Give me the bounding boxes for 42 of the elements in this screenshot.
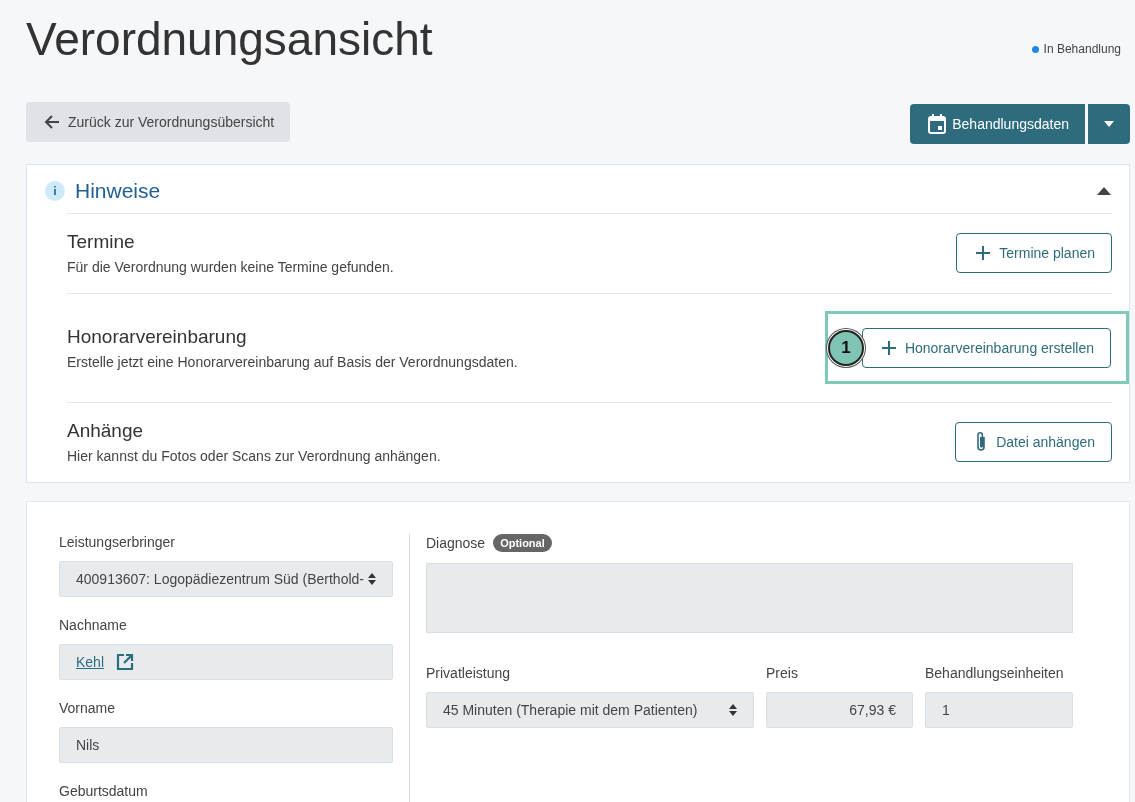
notice-action-button[interactable]: Datei anhängen	[955, 422, 1112, 462]
page-title: Verordnungsansicht	[26, 12, 433, 66]
notice-description: Erstelle jetzt eine Honorarvereinbarung auf Basis der Verordnungsdaten.	[67, 353, 518, 370]
external-link-icon[interactable]	[116, 653, 135, 671]
treatment-data-button[interactable]: Behandlungsdaten	[910, 104, 1085, 144]
notice-title: Termine	[67, 231, 136, 253]
notice-action-button[interactable]: Honorarvereinbarung erstellen	[861, 328, 1111, 368]
field-label: Geburtsdatum	[59, 783, 149, 799]
diagnosis-field[interactable]	[426, 563, 1073, 633]
field-label: Vorname	[59, 700, 117, 716]
plus-icon	[880, 340, 897, 356]
status-label: In Behandlung	[1031, 42, 1121, 56]
field-label: Privatleistung	[426, 665, 512, 681]
notice-description: Hier kannst du Fotos oder Scans zur Verordnung anhängen.	[67, 448, 441, 464]
notice-description: Für die Verordnung wurden keine Termine gefunden.	[67, 259, 394, 275]
field-label: Preis	[766, 665, 799, 681]
dropdown-button[interactable]	[1088, 104, 1130, 144]
sort-arrows-icon	[729, 704, 737, 716]
field-label: Leistungserbringer	[59, 534, 176, 550]
info-icon	[45, 181, 65, 201]
section-title: Hinweise	[75, 179, 161, 203]
calendar-icon	[928, 114, 947, 134]
name-link[interactable]: Kehl	[76, 654, 105, 670]
sort-arrows-icon	[368, 573, 376, 585]
input-field[interactable]: Nils	[59, 727, 393, 763]
notice-title: Honorarvereinbarung	[67, 325, 248, 348]
field-label: Nachname	[59, 617, 128, 633]
optional-badge: Optional	[493, 534, 552, 552]
notice-action-button[interactable]: Termine planen	[956, 233, 1112, 273]
field-label: Diagnose	[426, 535, 486, 551]
notice-title: Anhänge	[67, 420, 145, 442]
back-button[interactable]: Zurück zur Verordnungsübersicht	[26, 102, 291, 142]
caret-icon	[1104, 121, 1114, 127]
input-field[interactable]: 67,93 €	[766, 692, 913, 728]
plus-icon	[975, 245, 992, 261]
select-field[interactable]: 45 Minuten (Therapie mit dem Patienten)	[426, 692, 754, 728]
arrow-left-icon	[44, 114, 60, 130]
field-label: Behandlungseinheiten	[925, 665, 1065, 681]
select-field[interactable]: 400913607: Logopädiezentrum Süd (Berthold-	[59, 561, 393, 597]
collapse-caret-icon[interactable]	[1097, 187, 1111, 195]
input-field[interactable]: 1	[925, 692, 1073, 728]
step-badge: 1	[827, 330, 864, 366]
